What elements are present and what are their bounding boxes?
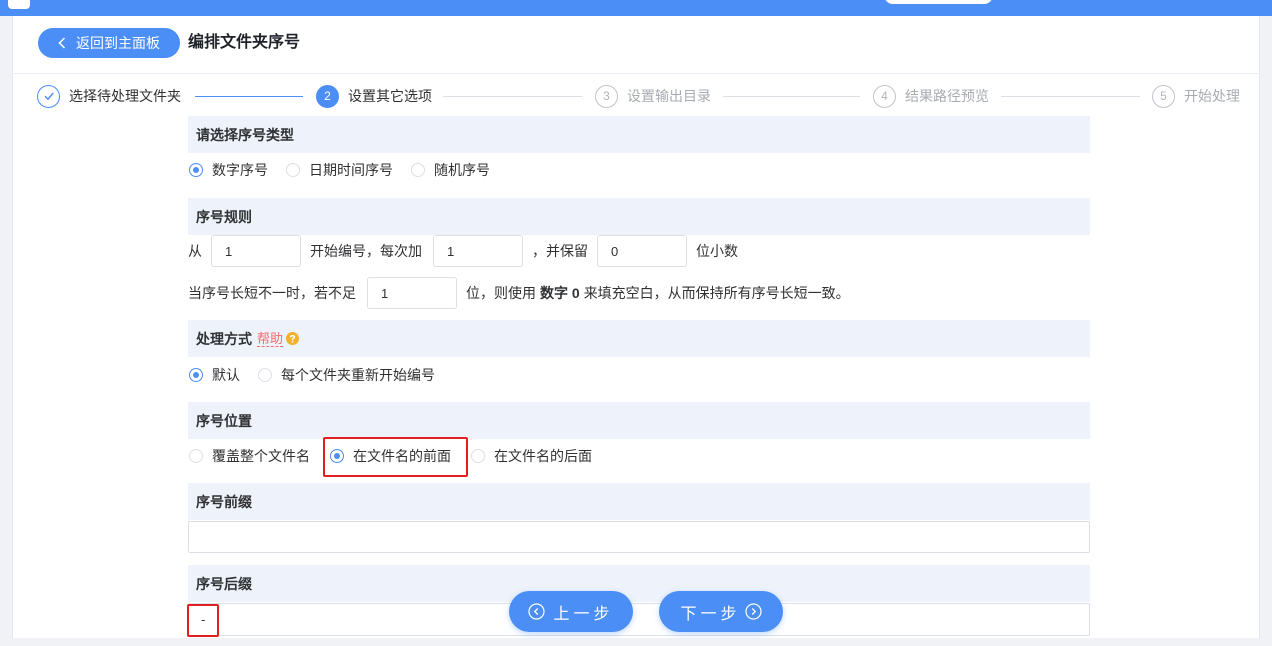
padding-rule-row: 当序号长短不一时，若不足 位，则使用 数字 0 来填充空白，从而保持所有序号长短…	[188, 277, 850, 309]
radio-datetime-serial[interactable]: 日期时间序号	[286, 160, 393, 180]
radio-label: 覆盖整个文件名	[212, 448, 310, 464]
step-connector	[443, 96, 582, 97]
section-title: 序号位置	[196, 412, 252, 429]
radio-label: 默认	[212, 367, 240, 383]
radio-label: 日期时间序号	[309, 162, 393, 178]
check-icon	[37, 84, 60, 108]
radio-circle[interactable]	[286, 163, 300, 177]
section-title-serial-type: 请选择序号类型	[188, 116, 1090, 153]
section-title-serial-rule: 序号规则	[188, 198, 1090, 235]
section-title-prefix: 序号前缀	[188, 483, 1090, 520]
radio-label: 数字序号	[212, 162, 268, 178]
suffix-input[interactable]	[188, 603, 1090, 636]
start-number-input[interactable]	[211, 235, 301, 267]
padding-label: 当序号长短不一时，若不足	[188, 285, 356, 301]
section-title: 处理方式	[196, 330, 252, 347]
section-title-process-mode: 处理方式 帮助	[188, 320, 1090, 357]
chevron-left-icon	[58, 37, 66, 49]
question-circle-icon[interactable]	[286, 332, 300, 345]
radio-label: 每个文件夹重新开始编号	[281, 367, 435, 383]
step-label: 选择待处理文件夹	[69, 88, 181, 104]
step-label: 开始处理	[1184, 88, 1240, 104]
step-preview: 4 结果路径预览	[873, 84, 989, 108]
section-title: 序号后缀	[196, 575, 252, 592]
header-divider	[12, 73, 1260, 74]
radio-after-filename[interactable]: 在文件名的后面	[471, 446, 592, 466]
increment-label: 开始编号，每次加	[310, 243, 422, 259]
step-label: 结果路径预览	[905, 88, 989, 104]
padding-digit-label: 数字 0	[540, 285, 580, 301]
next-step-label: 下一步	[680, 605, 741, 623]
step-select-folder: 选择待处理文件夹	[37, 84, 181, 108]
prefix-input[interactable]	[188, 521, 1090, 553]
decimals-suffix-label: 位小数	[696, 243, 738, 259]
highlight-box	[187, 604, 219, 637]
previous-step-label: 上一步	[553, 605, 614, 623]
serial-type-radio-group: 数字序号 日期时间序号 随机序号	[189, 160, 508, 180]
back-to-dashboard-button[interactable]: 返回到主面板	[38, 28, 180, 58]
section-title: 序号规则	[196, 208, 252, 225]
step-connector	[195, 96, 303, 97]
section-title-suffix: 序号后缀	[188, 565, 1090, 602]
step-number: 2	[316, 84, 339, 108]
circle-chevron-right-icon	[744, 603, 762, 620]
radio-label: 随机序号	[434, 162, 490, 178]
padding-mid-label: 位，则使用	[466, 285, 536, 301]
step-connector	[1001, 96, 1140, 97]
radio-circle[interactable]	[411, 163, 425, 177]
serial-rule-row: 从 开始编号，每次加 ，并保留 位小数	[188, 235, 738, 267]
step-other-options: 2 设置其它选项	[316, 84, 432, 108]
step-number: 4	[873, 84, 896, 108]
increment-input[interactable]	[433, 235, 523, 267]
step-output-dir: 3 设置输出目录	[595, 84, 711, 108]
step-label: 设置其它选项	[348, 88, 432, 104]
step-start: 5 开始处理	[1152, 84, 1240, 108]
radio-number-serial[interactable]: 数字序号	[189, 160, 268, 180]
radio-replace-filename[interactable]: 覆盖整个文件名	[189, 446, 310, 466]
step-connector	[723, 96, 860, 97]
page-title: 编排文件夹序号	[188, 34, 301, 51]
process-mode-radio-group: 默认 每个文件夹重新开始编号	[189, 365, 453, 385]
from-label: 从	[188, 243, 202, 259]
radio-restart-per-folder[interactable]: 每个文件夹重新开始编号	[258, 365, 435, 385]
decimals-input[interactable]	[597, 235, 687, 267]
back-button-label: 返回到主面板	[76, 35, 160, 51]
circle-chevron-left-icon	[528, 603, 546, 620]
radio-circle[interactable]	[471, 449, 485, 463]
radio-label: 在文件名的后面	[494, 448, 592, 464]
decimals-label: ，并保留	[532, 243, 588, 259]
help-link[interactable]: 帮助	[257, 331, 284, 347]
top-search-box[interactable]	[884, 0, 993, 4]
previous-step-button[interactable]: 上一步	[509, 591, 633, 632]
section-title-serial-position: 序号位置	[188, 402, 1090, 439]
section-title: 请选择序号类型	[196, 126, 294, 143]
radio-circle[interactable]	[189, 449, 203, 463]
app-logo	[8, 0, 30, 9]
radio-random-serial[interactable]: 随机序号	[411, 160, 490, 180]
highlight-box	[323, 437, 468, 477]
step-label: 设置输出目录	[627, 88, 711, 104]
radio-circle[interactable]	[258, 368, 272, 382]
padding-suffix-label: 来填充空白，从而保持所有序号长短一致。	[583, 285, 850, 301]
padding-length-input[interactable]	[367, 277, 457, 309]
next-step-button[interactable]: 下一步	[659, 591, 783, 632]
section-title: 序号前缀	[196, 493, 252, 510]
radio-circle[interactable]	[189, 368, 203, 382]
radio-default-mode[interactable]: 默认	[189, 365, 240, 385]
top-app-bar	[0, 0, 1272, 16]
step-number: 3	[595, 84, 618, 108]
radio-circle[interactable]	[189, 163, 203, 177]
step-number: 5	[1152, 84, 1175, 108]
